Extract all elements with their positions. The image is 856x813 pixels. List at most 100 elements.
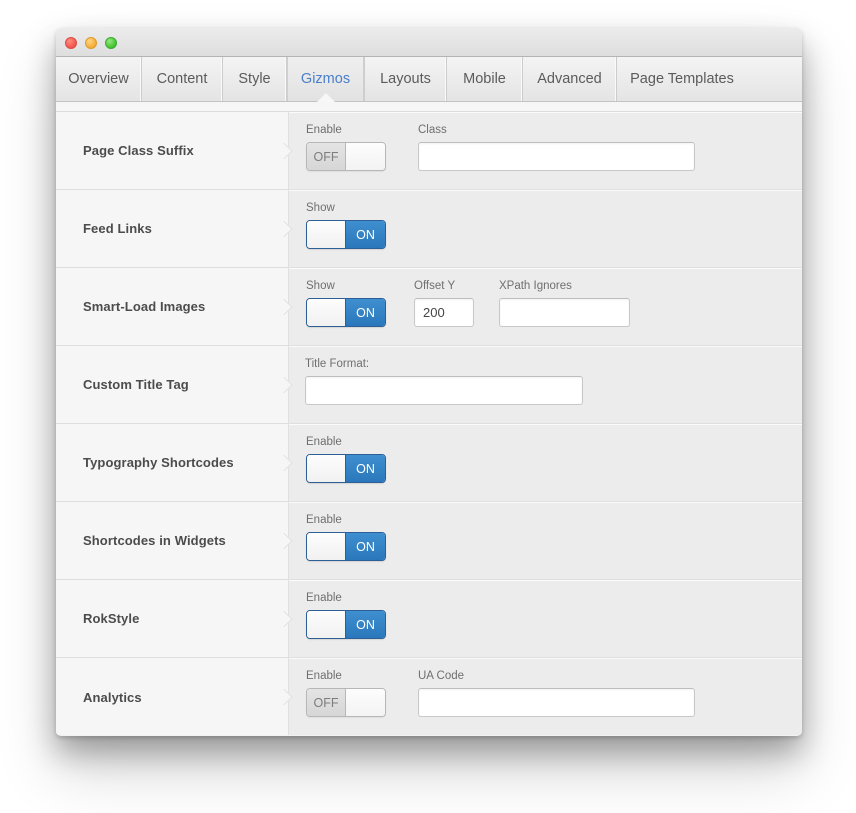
app-window: Overview Content Style Gizmos Layouts Mobile A… [56,28,802,736]
toggle-enable[interactable]: OFF [306,688,386,717]
tab-label: Style [238,71,271,87]
field-label: Enable [306,670,342,682]
field-label: Enable [306,514,342,526]
tab-label: Gizmos [300,71,351,87]
setting-label-text: Feed Links [83,221,152,236]
toggle-state-label: ON [346,455,385,482]
toggle-state-label: ON [346,221,385,248]
field-enable: Enable OFF [306,124,386,171]
setting-label-custom-title-tag: Custom Title Tag [56,346,289,423]
input-offset-y[interactable] [414,298,474,327]
setting-row-feed-links: Feed Links Show ON [56,190,802,268]
setting-fields-feed-links: Show ON [289,190,802,267]
field-label: Enable [306,436,342,448]
setting-row-custom-title-tag: Custom Title Tag Title Format: [56,346,802,424]
field-show: Show ON [306,280,386,327]
toggle-show[interactable]: ON [306,298,386,327]
toggle-state-label: ON [346,611,385,638]
setting-fields-shortcodes-in-widgets: Enable ON [289,502,802,579]
field-ua-code: UA Code [418,670,695,717]
setting-label-text: RokStyle [83,611,140,626]
toggle-knob [307,533,346,560]
input-ua-code[interactable] [418,688,695,717]
setting-fields-analytics: Enable OFF UA Code [289,658,802,735]
tab-gizmos[interactable]: Gizmos [287,57,365,102]
screenshot-root: Overview Content Style Gizmos Layouts Mobile A… [0,0,856,813]
setting-label-text: Page Class Suffix [83,143,194,158]
input-title-format[interactable] [305,376,583,405]
tab-label: Content [156,71,208,87]
setting-row-rokstyle: RokStyle Enable ON [56,580,802,658]
toggle-knob [346,143,385,170]
field-enable: Enable ON [306,436,386,483]
setting-label-text: Analytics [83,689,142,705]
window-controls[interactable] [65,37,117,49]
tab-page-templates[interactable]: Page Templates [617,57,747,101]
settings-panel: Page Class Suffix Enable OFF Class Feed Link… [56,102,802,735]
field-offset-y: Offset Y [414,280,474,327]
setting-row-page-class-suffix: Page Class Suffix Enable OFF Class [56,112,802,190]
tab-advanced[interactable]: Advanced [523,57,617,101]
field-label: Enable [306,124,342,136]
toggle-enable[interactable]: OFF [306,142,386,171]
close-window-icon[interactable] [65,37,77,49]
field-label: Show [306,202,335,214]
toggle-enable[interactable]: ON [306,610,386,639]
setting-label-text: Smart-Load Images [83,299,206,314]
setting-label-smart-load-images: Smart-Load Images [56,268,289,345]
tab-overview[interactable]: Overview [56,57,142,101]
toggle-knob [346,689,385,716]
tab-label: Page Templates [630,71,734,87]
field-enable: Enable ON [306,514,386,561]
toggle-state-label: ON [346,299,385,326]
window-titlebar [56,28,802,57]
toggle-show[interactable]: ON [306,220,386,249]
tab-style[interactable]: Style [223,57,287,101]
field-label: Offset Y [414,280,456,292]
field-enable: Enable OFF [306,670,386,717]
field-xpath-ignores: XPath Ignores [499,280,630,327]
input-xpath-ignores[interactable] [499,298,630,327]
toggle-knob [307,221,346,248]
setting-fields-page-class-suffix: Enable OFF Class [289,112,802,189]
setting-label-rokstyle: RokStyle [56,580,289,657]
tab-layouts[interactable]: Layouts [365,57,447,101]
setting-row-analytics: Analytics Enable OFF UA Code [56,658,802,735]
toggle-enable[interactable]: ON [306,454,386,483]
setting-fields-smart-load-images: Show ON Offset Y XPath Ignores [289,268,802,345]
toggle-knob [307,611,346,638]
field-label: Enable [306,592,342,604]
setting-fields-typography-shortcodes: Enable ON [289,424,802,501]
toggle-state-label: OFF [307,689,346,716]
setting-label-text: Custom Title Tag [83,377,189,392]
field-enable: Enable ON [306,592,386,639]
setting-label-shortcodes-in-widgets: Shortcodes in Widgets [56,502,289,579]
minimize-window-icon[interactable] [85,37,97,49]
toggle-enable[interactable]: ON [306,532,386,561]
setting-label-text: Typography Shortcodes [83,455,234,470]
tab-content[interactable]: Content [142,57,223,101]
field-label: XPath Ignores [499,280,572,292]
toggle-knob [307,455,346,482]
input-class[interactable] [418,142,695,171]
setting-label-text: Shortcodes in Widgets [83,533,226,548]
tab-mobile[interactable]: Mobile [447,57,523,101]
setting-row-typography-shortcodes: Typography Shortcodes Enable ON [56,424,802,502]
field-label: UA Code [418,670,465,682]
setting-fields-rokstyle: Enable ON [289,580,802,657]
setting-fields-custom-title-tag: Title Format: [289,346,802,423]
toggle-state-label: OFF [307,143,346,170]
setting-row-smart-load-images: Smart-Load Images Show ON Offset Y XPath Ign… [56,268,802,346]
setting-label-typography-shortcodes: Typography Shortcodes [56,424,289,501]
settings-rows: Page Class Suffix Enable OFF Class Feed Link… [56,112,802,735]
field-label: Show [306,280,335,292]
field-label: Class [418,124,447,136]
setting-label-page-class-suffix: Page Class Suffix [56,112,289,189]
toggle-state-label: ON [346,533,385,560]
maximize-window-icon[interactable] [105,37,117,49]
setting-row-shortcodes-in-widgets: Shortcodes in Widgets Enable ON [56,502,802,580]
tab-label: Mobile [463,71,506,87]
toggle-knob [307,299,346,326]
field-title-format: Title Format: [305,358,583,405]
tab-label: Overview [68,71,129,87]
